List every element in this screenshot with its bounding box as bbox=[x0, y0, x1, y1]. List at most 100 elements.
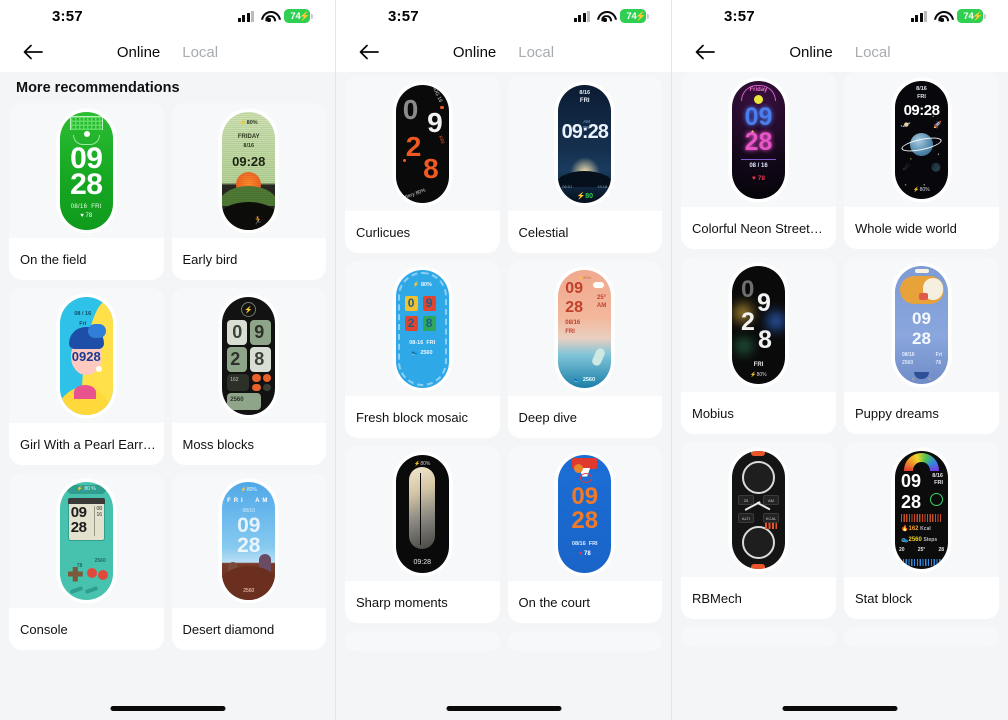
panel-3: 3:57 74 ⚡ Online Local Friday 09 ✦ 28 08… bbox=[672, 0, 1008, 720]
watchface-card[interactable]: 8/16 FRI 09:28 🪐 🚀 ☄ 🌑 ⚡80% Whole wide w… bbox=[844, 72, 999, 249]
tab-online[interactable]: Online bbox=[117, 44, 160, 61]
face-steps: 👟2560 Steps bbox=[901, 536, 938, 543]
face-date: 8/16 bbox=[916, 85, 927, 92]
face-digit-1: 0 bbox=[232, 321, 243, 342]
face-on-the-field: 09 28 08/16 FRI ♥ 78 bbox=[59, 111, 113, 230]
battery-icon: 74 ⚡ bbox=[284, 9, 313, 23]
tab-local[interactable]: Local bbox=[182, 44, 218, 61]
face-curlicues: 0 9 2 8 AUG 16 FRI Battery 80% bbox=[395, 84, 449, 203]
status-icons: 74 ⚡ bbox=[573, 9, 649, 23]
back-button[interactable] bbox=[356, 39, 382, 65]
face-rbmech: 25 AM ALTI KCAL bbox=[732, 450, 785, 569]
face-day: Fri bbox=[935, 351, 942, 358]
watchface-preview: ⚡80% 09:28 bbox=[345, 446, 500, 581]
face-day: FRI bbox=[565, 328, 575, 335]
watchface-card-partial[interactable] bbox=[507, 631, 662, 651]
face-heart-rate: ♥ 78 bbox=[578, 550, 591, 557]
face-kcal-label: KCAL bbox=[763, 512, 779, 523]
watchface-card[interactable]: ⚡80% 09 28 25° AM 08/16 FRI 👟 2560 Deep d… bbox=[507, 261, 662, 438]
status-icons: 74 ⚡ bbox=[910, 9, 986, 23]
watchface-card[interactable]: ⚡ 0 9 2 8 162 2560 Moss blocks bbox=[171, 288, 326, 465]
watchface-card[interactable]: 09 28 08/16 FRI ♥ 78 On the field bbox=[9, 103, 164, 280]
tab-bar: Online Local bbox=[453, 44, 554, 61]
cellular-signal-icon bbox=[910, 10, 927, 22]
watchface-card[interactable]: 8/16 FRI 09:28 AM PM 06:01 19:18 ⚡80 Cele… bbox=[507, 76, 662, 253]
battery-icon: 74 ⚡ bbox=[620, 9, 649, 23]
watchface-card[interactable]: 09 28 8/16 FRI 🔥162 Kcal 👟2560 Steps 20 25… bbox=[844, 442, 999, 619]
face-battery: ⚡ 80 % bbox=[66, 484, 106, 494]
face-digit-3: 2 bbox=[407, 315, 415, 330]
face-digit-4: 8 bbox=[423, 152, 439, 184]
watchface-preview: ⚡80% FRIDAY 8/16 09:28 🏃 bbox=[171, 103, 326, 238]
watchface-card[interactable]: 08 / 16 Fri 0928 Girl With a Pearl Earr… bbox=[9, 288, 164, 465]
watchface-name: On the field bbox=[20, 251, 87, 267]
charging-bolt-icon: ⚡ bbox=[634, 10, 646, 21]
face-day: FRI bbox=[436, 134, 446, 145]
back-button[interactable] bbox=[692, 39, 718, 65]
status-clock: 3:57 bbox=[52, 7, 83, 25]
watchface-card-partial[interactable] bbox=[844, 627, 999, 647]
watchface-card[interactable]: ⚡80% FRI AM 08/16 09 28 2560 Desert diamo… bbox=[171, 473, 326, 650]
status-bar: 3:57 74 ⚡ bbox=[672, 0, 1008, 32]
face-time: 09:28 bbox=[413, 558, 432, 566]
watchface-card[interactable]: ⚡ 80% 0 9 2 8 08-16 FRI 👟 2560 Fresh blo… bbox=[345, 261, 500, 438]
face-on-the-court: 09 28 08/16 FRI ♥ 78 bbox=[558, 454, 612, 573]
watchface-card-partial[interactable] bbox=[681, 627, 836, 647]
battery-icon: 74 ⚡ bbox=[957, 9, 986, 23]
face-minutes: 28 bbox=[565, 298, 584, 316]
watchface-card[interactable]: 25 AM ALTI KCAL RBMech bbox=[681, 442, 836, 619]
face-temp-range: 20 25° 28 bbox=[899, 546, 944, 553]
face-hours: 09 bbox=[912, 308, 931, 328]
watchface-card-partial[interactable] bbox=[345, 631, 500, 651]
watchface-card[interactable]: ⚡80% 09:28 Sharp moments bbox=[345, 446, 500, 623]
watchface-preview: ⚡ 80 % 09 28 08 16 2560 78 bbox=[9, 473, 164, 608]
wifi-icon bbox=[261, 10, 277, 22]
face-battery: ⚡80% bbox=[239, 119, 258, 126]
face-digit-4: 8 bbox=[425, 315, 433, 330]
back-button[interactable] bbox=[20, 39, 46, 65]
face-digit-1: 0 bbox=[402, 93, 419, 125]
face-battery: ⚡ 80% bbox=[412, 281, 432, 288]
face-day: FRI bbox=[579, 97, 590, 104]
watchface-card[interactable]: 0 9 2 8 FRI ⚡80% Mobius bbox=[681, 257, 836, 434]
face-date: AUG 16 bbox=[430, 84, 444, 103]
face-day: FRI bbox=[753, 361, 764, 368]
watchface-name: Mobius bbox=[692, 405, 734, 421]
face-digit-2: 9 bbox=[254, 321, 265, 342]
face-steps: 2560 bbox=[230, 396, 244, 403]
face-puppy-dreams: 09 28 08/16 Fri 2560 78 bbox=[895, 265, 948, 384]
face-console: ⚡ 80 % 09 28 08 16 2560 78 bbox=[59, 481, 113, 600]
watchface-card[interactable]: ⚡ 80 % 09 28 08 16 2560 78 Console bbox=[9, 473, 164, 650]
watchface-card[interactable]: 09 28 08/16 Fri 2560 78 Puppy dreams bbox=[844, 257, 999, 434]
face-hours: 09 bbox=[744, 102, 773, 131]
face-day: Friday bbox=[749, 86, 768, 93]
tab-bar: Online Local bbox=[117, 44, 218, 61]
face-fresh-block-mosaic: ⚡ 80% 0 9 2 8 08-16 FRI 👟 2560 bbox=[395, 269, 449, 388]
face-time: 0928 bbox=[71, 348, 101, 364]
watchface-preview: 0 9 2 8 FRI ⚡80% bbox=[681, 257, 836, 392]
watchface-preview: ⚡80% FRI AM 08/16 09 28 2560 bbox=[171, 473, 326, 608]
watchface-card[interactable]: ⚡80% FRIDAY 8/16 09:28 🏃 Early bird bbox=[171, 103, 326, 280]
tab-bar: Online Local bbox=[789, 44, 890, 61]
planet-icon: 🪐 bbox=[902, 121, 911, 129]
face-digit-4: 8 bbox=[254, 348, 265, 369]
tab-local[interactable]: Local bbox=[855, 44, 891, 61]
face-date: 08 / 16 bbox=[749, 162, 768, 169]
tab-online[interactable]: Online bbox=[789, 44, 832, 61]
watchface-name: Stat block bbox=[855, 590, 913, 606]
watchface-preview: ⚡ 80% 0 9 2 8 08-16 FRI 👟 2560 bbox=[345, 261, 500, 396]
wifi-icon bbox=[934, 10, 950, 22]
face-early-bird: ⚡80% FRIDAY 8/16 09:28 🏃 bbox=[222, 111, 276, 230]
home-indicator bbox=[446, 706, 561, 711]
watchface-preview: ⚡ 0 9 2 8 162 2560 bbox=[171, 288, 326, 423]
face-digit-3: 2 bbox=[405, 130, 422, 162]
face-alti-label: ALTI bbox=[738, 512, 754, 523]
watchface-preview: 09 28 08/16 FRI ♥ 78 bbox=[507, 446, 662, 581]
face-sunset: 19:18 bbox=[597, 183, 608, 189]
watchface-card[interactable]: Friday 09 ✦ 28 08 / 16 ♥ 78 Colorful Neo… bbox=[681, 72, 836, 249]
face-date: 08/16 bbox=[565, 319, 581, 326]
tab-online[interactable]: Online bbox=[453, 44, 496, 61]
watchface-card[interactable]: 09 28 08/16 FRI ♥ 78 On the court bbox=[507, 446, 662, 623]
watchface-card[interactable]: 0 9 2 8 AUG 16 FRI Battery 80% Curlicues bbox=[345, 76, 500, 253]
tab-local[interactable]: Local bbox=[518, 44, 554, 61]
